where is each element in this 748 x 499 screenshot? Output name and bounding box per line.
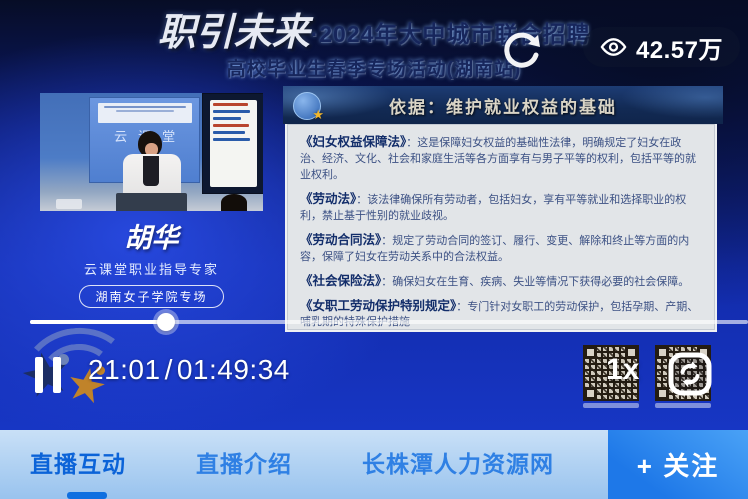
studio-banner-text-line bbox=[116, 110, 174, 112]
pause-icon bbox=[35, 357, 43, 393]
playback-speed-button[interactable]: 1x bbox=[606, 353, 639, 387]
banner-calligraphy-title: 职引未来 bbox=[158, 12, 310, 52]
presenter-shirt bbox=[143, 156, 159, 186]
slide-header: ★ 依据：维护就业权益的基础 bbox=[283, 86, 723, 124]
slide-title: 依据：维护就业权益的基础 bbox=[389, 93, 617, 118]
livestream-player: 职引未来 ·2024年大中城市联合招聘 高校毕业生春季专场活动(湖南站) 42.… bbox=[0, 0, 748, 499]
podium bbox=[116, 193, 187, 211]
fullscreen-rotate-button[interactable] bbox=[666, 350, 714, 398]
globe-star-logo-icon: ★ bbox=[293, 92, 321, 120]
view-count-badge: 42.57万 bbox=[583, 27, 740, 67]
presenter-name: 胡华 bbox=[40, 216, 263, 255]
studio-banner bbox=[98, 103, 192, 123]
follow-button[interactable]: + 关注 bbox=[608, 430, 748, 499]
pause-button[interactable] bbox=[35, 357, 61, 393]
tab-live-interaction[interactable]: 直播互动 bbox=[30, 445, 126, 479]
audience-silhouette bbox=[221, 194, 247, 211]
studio-side-screen bbox=[202, 93, 263, 194]
law-item: 《女职工劳动保护特别规定》：专门针对女职工的劳动保护，包括孕期、产期、哺乳期的特… bbox=[300, 297, 702, 332]
presenter-info: 胡华 云课堂职业指导专家 湖南女子学院专场 bbox=[40, 216, 263, 308]
slide-panel: ★ 依据：维护就业权益的基础 《妇女权益保障法》：这是保障妇女权益的基础性法律，… bbox=[283, 86, 723, 332]
law-item: 《劳动合同法》：规定了劳动合同的签订、履行、变更、解除和终止等方面的内容，保障了… bbox=[300, 231, 702, 266]
view-count-value: 42.57万 bbox=[636, 30, 723, 65]
progress-played bbox=[30, 320, 166, 324]
studio-side-slide bbox=[210, 100, 257, 187]
studio-chair bbox=[56, 199, 82, 209]
law-item: 《劳动法》：该法律确保所有劳动者，包括妇女，享有平等就业和选择职业的权利，禁止基… bbox=[300, 190, 702, 225]
tab-live-intro[interactable]: 直播介绍 bbox=[196, 445, 292, 479]
law-item: 《社会保险法》：确保妇女在生育、疾病、失业等情况下获得必要的社会保障。 bbox=[300, 272, 702, 291]
qr-caption bbox=[583, 403, 639, 408]
video-surface[interactable]: 职引未来 ·2024年大中城市联合招聘 高校毕业生春季专场活动(湖南站) 42.… bbox=[0, 0, 748, 430]
eye-icon bbox=[600, 37, 627, 57]
banner-title-rest: ·2024年大中城市联合招聘 bbox=[311, 15, 591, 49]
pause-icon bbox=[53, 357, 61, 393]
slide-body: 《妇女权益保障法》：这是保障妇女权益的基础性法律，明确规定了妇女在政治、经济、文… bbox=[285, 124, 717, 332]
presenter-video-feed: 云课堂 bbox=[40, 93, 263, 211]
time-display: 21:01/01:49:34 bbox=[88, 354, 290, 386]
time-separator: / bbox=[161, 354, 177, 385]
law-item: 《妇女权益保障法》：这是保障妇女权益的基础性法律，明确规定了妇女在政治、经济、文… bbox=[300, 133, 702, 184]
total-duration: 01:49:34 bbox=[177, 354, 290, 385]
active-tab-indicator bbox=[67, 492, 107, 499]
progress-handle[interactable] bbox=[157, 313, 175, 331]
tab-czt-hr-site[interactable]: 长株潭人力资源网 bbox=[362, 445, 554, 479]
current-time: 21:01 bbox=[88, 354, 161, 385]
qr-caption bbox=[655, 403, 711, 408]
loading-spinner-icon bbox=[497, 27, 547, 77]
presenter-title: 云课堂职业指导专家 bbox=[40, 259, 263, 278]
studio-banner-text-line bbox=[104, 106, 186, 108]
presenter-session-badge: 湖南女子学院专场 bbox=[79, 285, 223, 308]
progress-bar[interactable] bbox=[30, 320, 748, 324]
